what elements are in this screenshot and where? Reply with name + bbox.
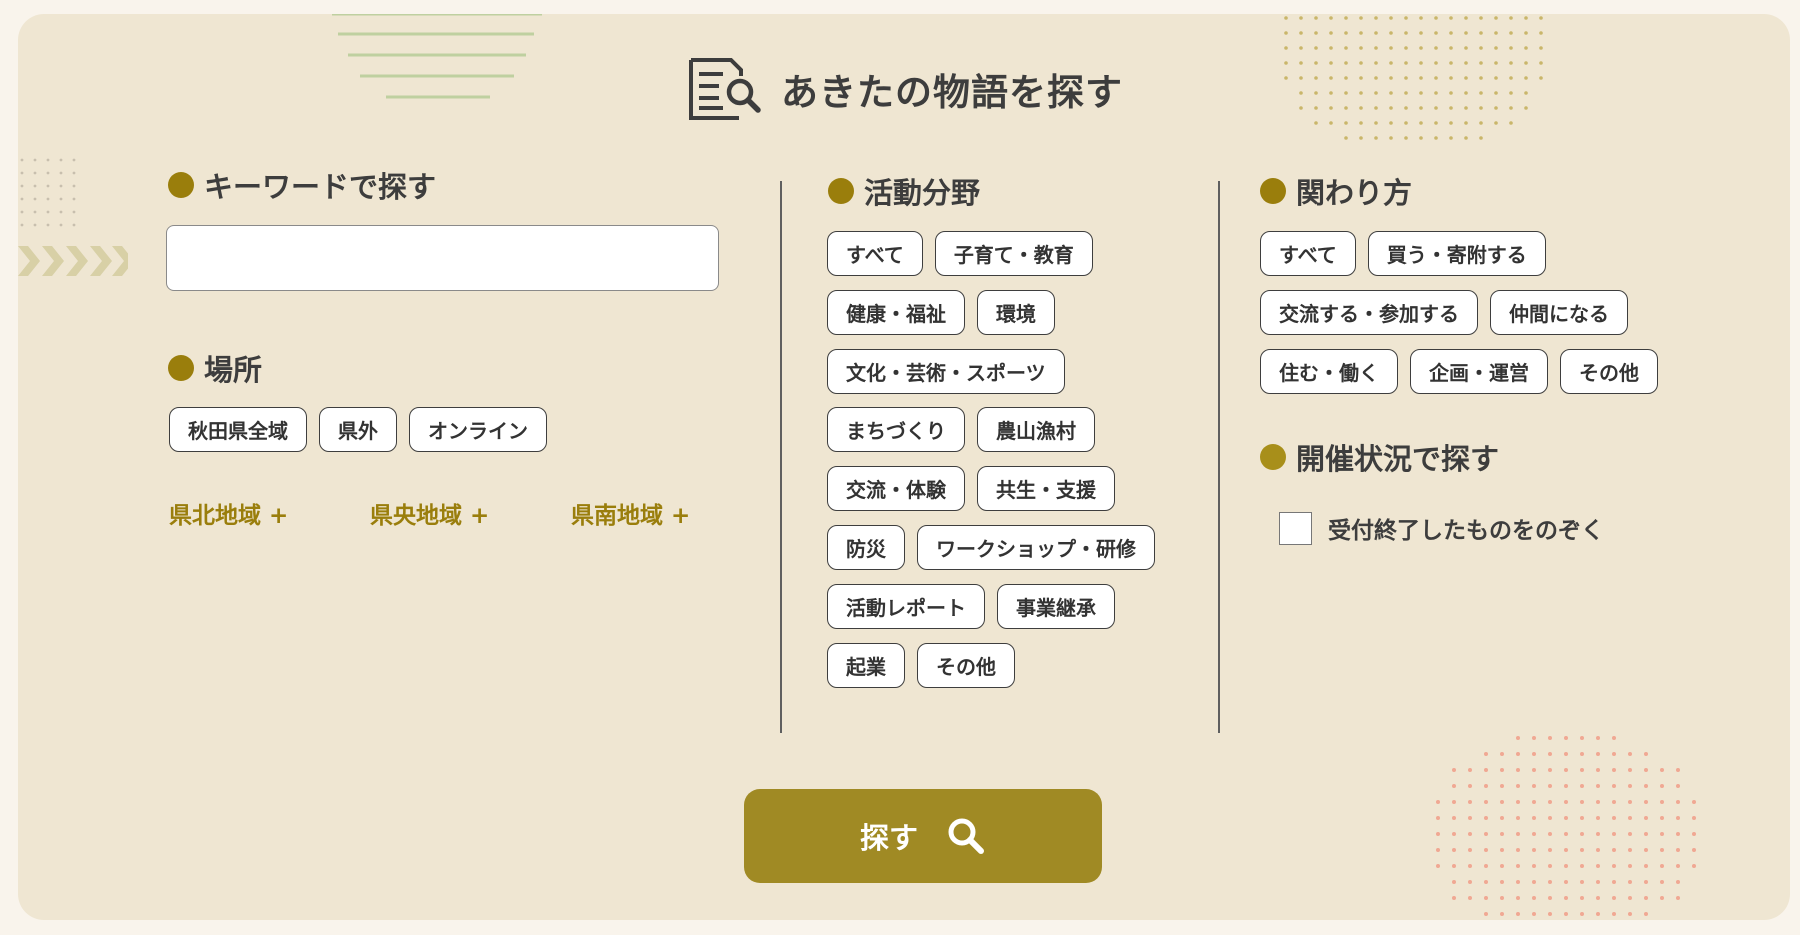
involvement-chip[interactable]: 仲間になる [1490, 290, 1628, 335]
involvement-chip[interactable]: 住む・働く [1260, 349, 1398, 394]
keyword-input[interactable] [166, 225, 719, 291]
activity-chip[interactable]: 環境 [977, 290, 1055, 335]
place-chip-row: 秋田県全域 県外 オンライン [169, 407, 547, 452]
activity-chip-row: 活動レポート 事業継承 [827, 584, 1115, 629]
place-chip[interactable]: 県外 [319, 407, 397, 452]
keyword-heading: キーワードで探す [168, 164, 436, 206]
bullet-dot-icon [168, 355, 194, 381]
exclude-closed-checkbox[interactable] [1279, 511, 1312, 545]
bullet-dot-icon [168, 172, 194, 198]
activity-chip[interactable]: すべて [827, 231, 923, 276]
involvement-chip-row: 交流する・参加する 仲間になる [1260, 290, 1628, 335]
activity-chip[interactable]: ワークショップ・研修 [917, 525, 1155, 570]
column-divider [780, 181, 782, 733]
activity-chip-row: 交流・体験 共生・支援 [827, 466, 1115, 511]
activity-chip[interactable]: 文化・芸術・スポーツ [827, 349, 1065, 394]
column-divider [1218, 181, 1220, 733]
activity-chip-row: 防災 ワークショップ・研修 [827, 525, 1155, 570]
activity-chip[interactable]: 事業継承 [997, 584, 1115, 629]
bullet-dot-icon [1260, 444, 1286, 470]
status-heading-label: 開催状況で探す [1296, 442, 1500, 476]
status-heading: 開催状況で探す [1260, 436, 1499, 478]
bullet-dot-icon [828, 178, 854, 204]
decorative-dots-left [20, 158, 76, 227]
region-link-north[interactable]: 県北地域 + [169, 496, 288, 530]
involvement-chip[interactable]: その他 [1560, 349, 1658, 394]
activity-chip[interactable]: 健康・福祉 [827, 290, 965, 335]
involvement-chip[interactable]: 買う・寄附する [1367, 231, 1546, 276]
activity-chip[interactable]: 起業 [827, 643, 905, 688]
search-panel: あきたの物語を探す キーワードで探す 場所 秋田県全域 県外 オンライン 県北地… [18, 14, 1790, 920]
activity-chip-row: すべて 子育て・教育 [827, 231, 1093, 276]
activity-chip[interactable]: 交流・体験 [827, 466, 965, 511]
search-button[interactable]: 探す [744, 789, 1102, 883]
activity-chip[interactable]: 活動レポート [827, 584, 985, 629]
activity-chip-row: 起業 その他 [827, 643, 1015, 688]
involvement-chip-row: すべて 買う・寄附する [1260, 231, 1546, 276]
exclude-closed-label[interactable]: 受付終了したものをのぞく [1328, 511, 1604, 545]
keyword-heading-label: キーワードで探す [204, 170, 437, 204]
involvement-chip-row: 住む・働く 企画・運営 その他 [1260, 349, 1658, 394]
involvement-chip[interactable]: すべて [1260, 231, 1356, 276]
activity-heading: 活動分野 [828, 170, 980, 212]
page-title: あきたの物語を探す [781, 71, 1123, 114]
document-search-icon [689, 58, 761, 120]
activity-chip[interactable]: 子育て・教育 [934, 231, 1093, 276]
activity-chip-row: まちづくり 農山漁村 [827, 407, 1095, 452]
place-chip[interactable]: 秋田県全域 [169, 407, 307, 452]
activity-chip[interactable]: その他 [917, 643, 1015, 688]
activity-chip[interactable]: 共生・支援 [977, 466, 1115, 511]
activity-chip[interactable]: 防災 [827, 525, 905, 570]
search-icon [948, 818, 984, 854]
decorative-chevrons [18, 246, 128, 276]
place-heading-label: 場所 [204, 353, 263, 387]
region-link-south[interactable]: 県南地域 + [571, 496, 690, 530]
involvement-chip[interactable]: 交流する・参加する [1260, 290, 1478, 335]
activity-chip[interactable]: まちづくり [827, 407, 965, 452]
region-link-central[interactable]: 県央地域 + [370, 496, 489, 530]
involvement-heading-label: 関わり方 [1296, 176, 1413, 210]
activity-chip-row: 文化・芸術・スポーツ [827, 349, 1065, 394]
page-header: あきたの物語を探す [18, 56, 1790, 122]
bullet-dot-icon [1260, 178, 1286, 204]
place-chip[interactable]: オンライン [409, 407, 547, 452]
involvement-chip[interactable]: 企画・運営 [1410, 349, 1548, 394]
decorative-dots-bottom [1436, 736, 1696, 916]
exclude-closed-option: 受付終了したものをのぞく [1279, 511, 1604, 545]
activity-chip[interactable]: 農山漁村 [977, 407, 1095, 452]
involvement-heading: 関わり方 [1260, 170, 1412, 212]
search-button-label: 探す [859, 821, 918, 855]
place-heading: 場所 [168, 347, 262, 389]
activity-chip-row: 健康・福祉 環境 [827, 290, 1055, 335]
activity-heading-label: 活動分野 [864, 176, 981, 210]
